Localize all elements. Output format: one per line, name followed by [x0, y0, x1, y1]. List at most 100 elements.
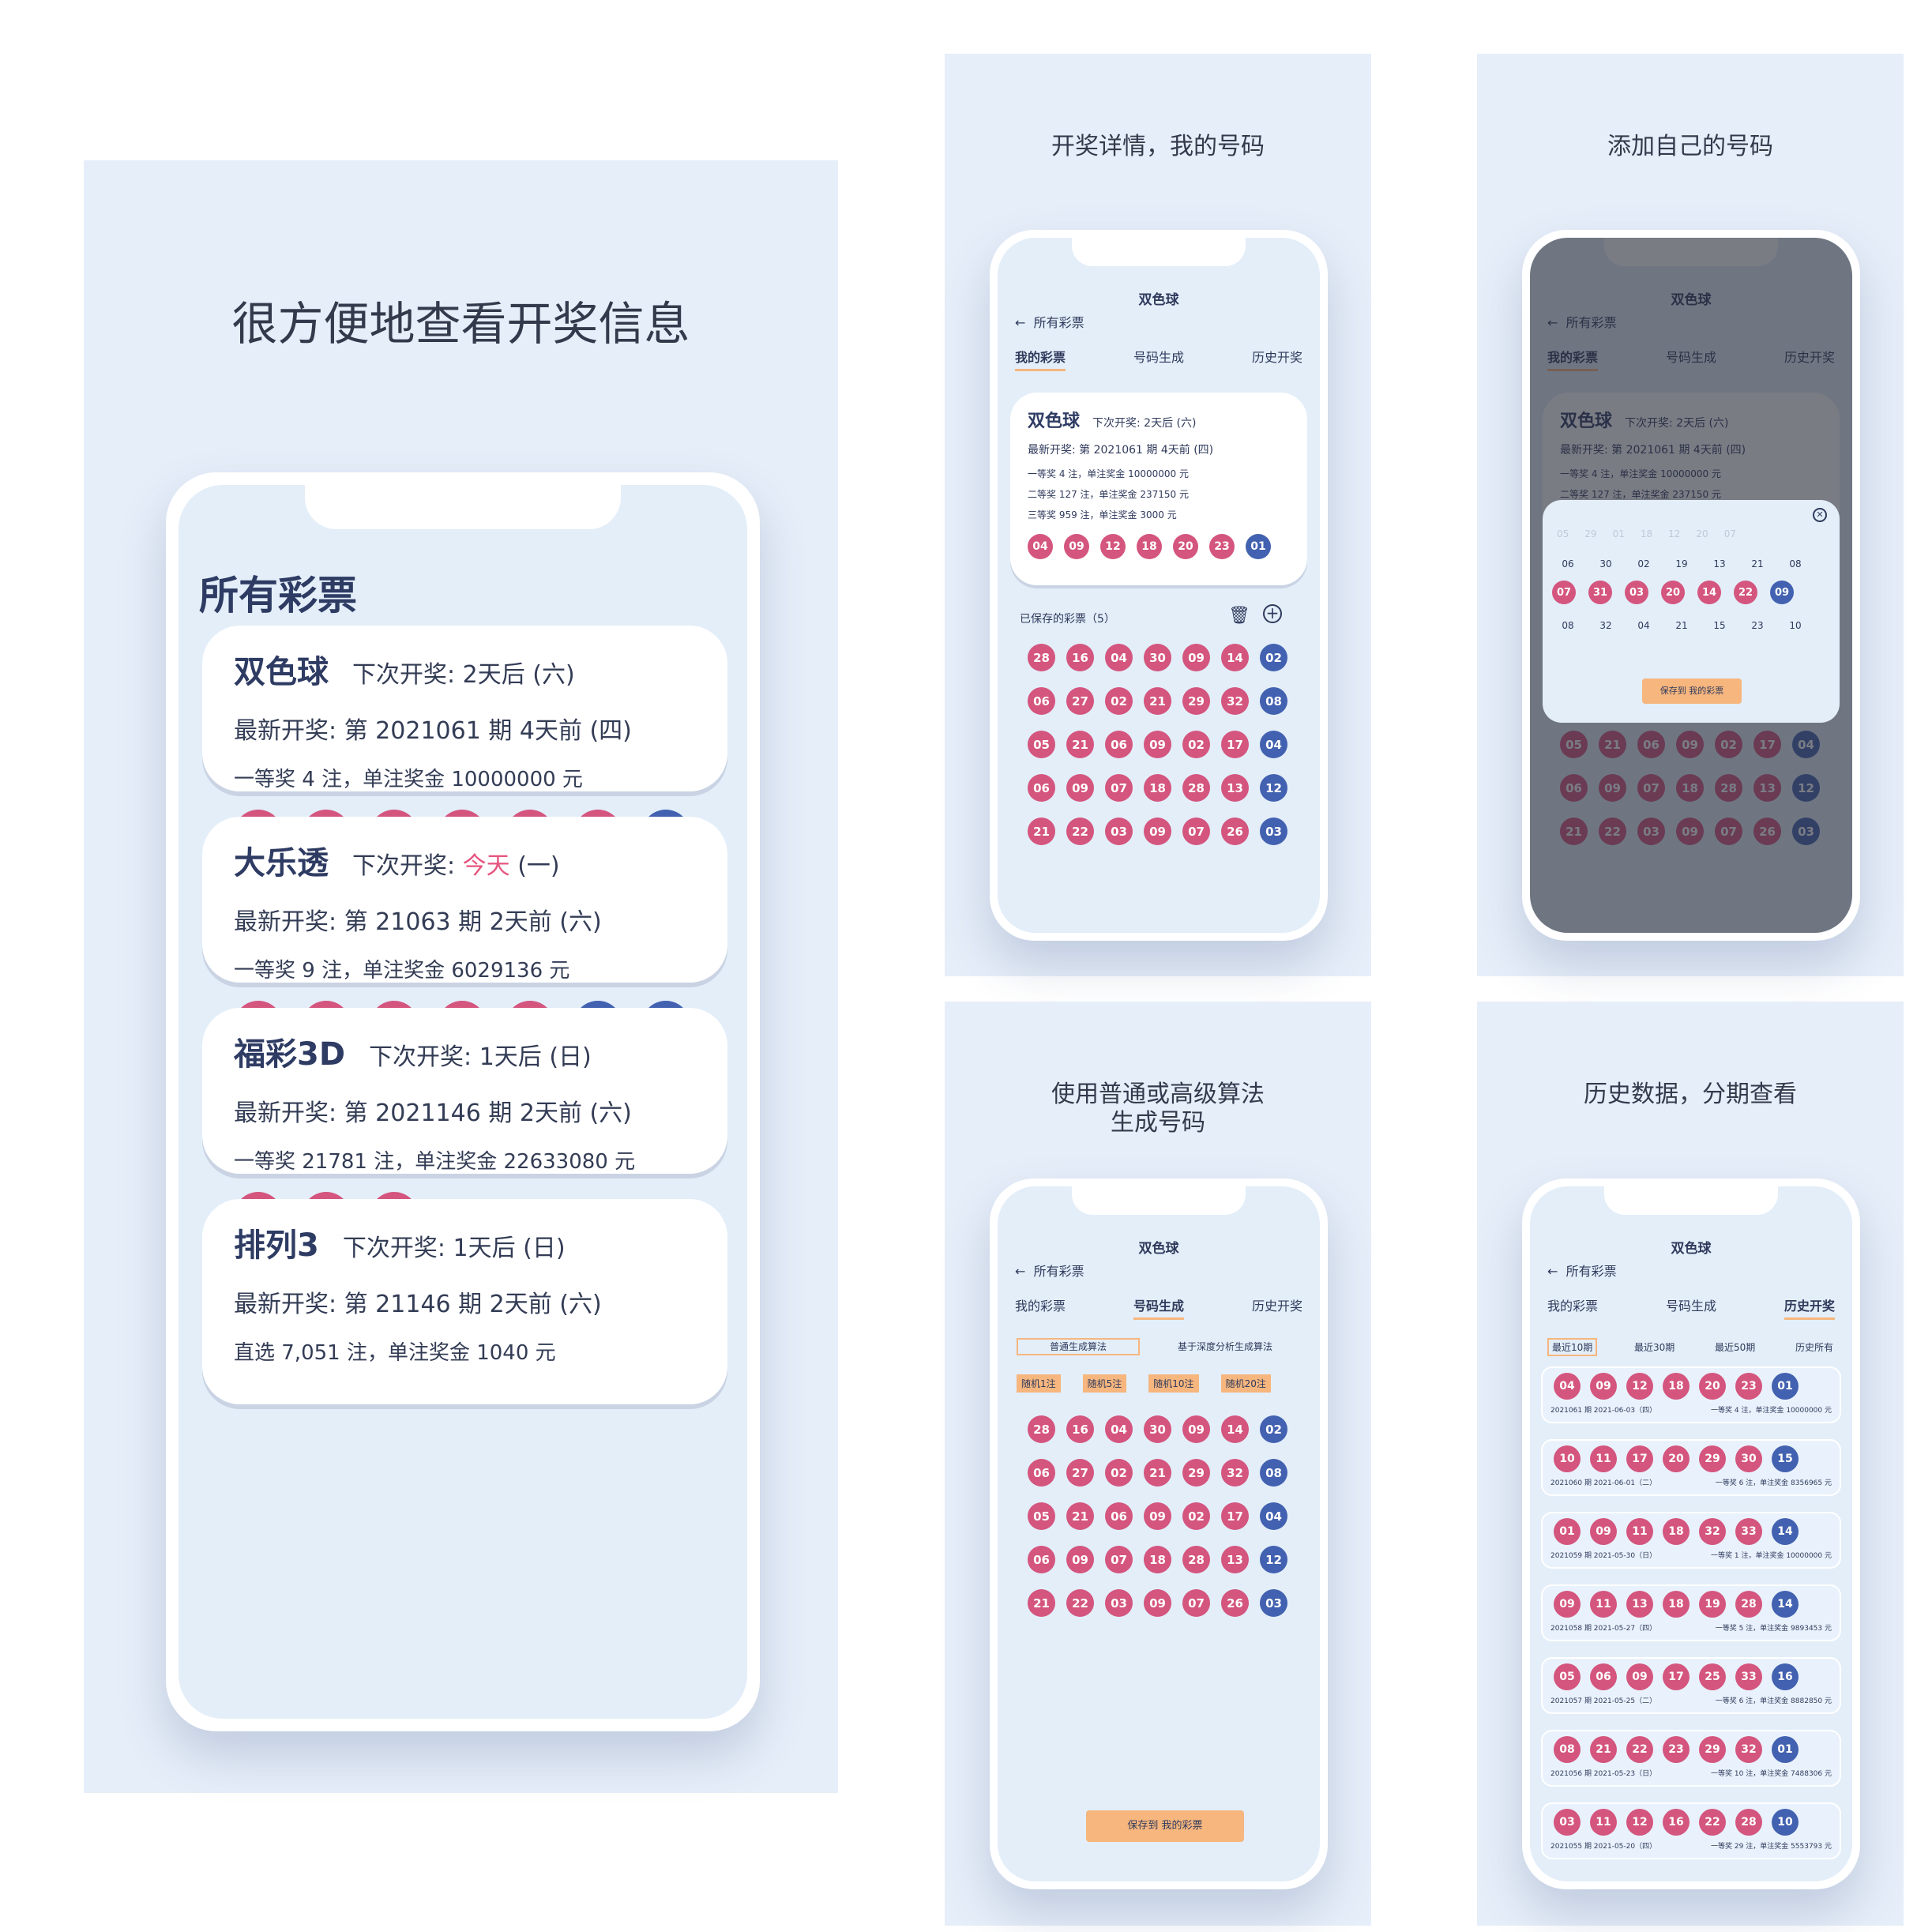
number-ball: 16	[1772, 1663, 1799, 1690]
number-row[interactable]: 06 27 02 21 29 32 08	[1028, 687, 1287, 715]
number-ball[interactable]: 07	[1552, 581, 1576, 604]
tab-my-lottery[interactable]: 我的彩票	[1015, 1295, 1066, 1320]
draw-issue: 2021057 期 2021-05-25（二）	[1550, 1697, 1657, 1705]
save-to-my-lottery-button[interactable]: 保存到 我的彩票	[1642, 678, 1742, 704]
number-ball: 09	[1144, 1589, 1171, 1617]
number-row[interactable]: 28 16 04 30 09 14 02	[1028, 644, 1287, 671]
history-item[interactable]: 05 06 09 17 25 33 16 2021057 期 2021-05-25（二） 一等奖…	[1541, 1657, 1841, 1714]
picker-option[interactable]: 30	[1595, 558, 1617, 569]
picker-option[interactable]: 23	[1746, 620, 1768, 631]
screen-title: 所有彩票	[199, 573, 357, 618]
generated-number-grid: 28 16 04 30 09 14 02 06 27 02 21 29 32 08 05 21 06 09 02 17…	[1028, 1415, 1287, 1633]
number-row[interactable]: 06 09 07 18 28 13 12	[1028, 774, 1287, 802]
phone-screen-details: 双色球 ← 所有彩票 我的彩票 号码生成 历史开奖 双色球 下次开奖: 2天后 …	[998, 238, 1320, 933]
number-ball[interactable]: 03	[1625, 581, 1648, 604]
number-ball: 03	[1260, 818, 1287, 845]
close-icon[interactable]: ✕	[1813, 508, 1827, 522]
draw-detail-card[interactable]: 双色球 下次开奖: 2天后 (六) 最新开奖: 第 2021061 期 4天前 …	[1010, 393, 1307, 585]
picker-option[interactable]: 04	[1633, 620, 1655, 631]
picker-option[interactable]: 08	[1784, 558, 1806, 569]
back-button[interactable]: ← 所有彩票	[1547, 1261, 1617, 1280]
number-ball: 01	[1554, 1518, 1581, 1545]
lottery-card[interactable]: 排列3 下次开奖: 1天后 (日) 最新开奖: 第 21146 期 2天前 (六) 直…	[202, 1199, 727, 1404]
picker-option[interactable]: 19	[1671, 558, 1693, 569]
draw-prize: 一等奖 10 注，单注奖金 7488306 元	[1711, 1770, 1832, 1778]
number-ball: 09	[1064, 534, 1089, 559]
tab-my-lottery[interactable]: 我的彩票	[1547, 1295, 1598, 1320]
number-row[interactable]: 06 09 07 18 28 13 12	[1028, 1546, 1287, 1573]
next-draw-suffix: (一)	[509, 852, 560, 880]
number-ball: 02	[1105, 687, 1133, 715]
lottery-card[interactable]: 双色球 下次开奖: 2天后 (六) 最新开奖: 第 2021061 期 4天前 (四…	[202, 626, 727, 859]
picker-option[interactable]: 13	[1708, 558, 1731, 569]
back-button[interactable]: ← 所有彩票	[1015, 312, 1084, 331]
tab-generate[interactable]: 号码生成	[1133, 1295, 1184, 1320]
number-row[interactable]: 21 22 03 09 07 26 03	[1028, 1589, 1287, 1617]
picker-option[interactable]: 06	[1557, 558, 1579, 569]
number-ball[interactable]: 20	[1661, 581, 1685, 604]
prize-info: 一等奖 4 注，单注奖金 10000000 元	[234, 768, 583, 791]
lottery-card[interactable]: 大乐透 下次开奖: 今天 (一) 最新开奖: 第 21063 期 2天前 (六) 一等…	[202, 817, 727, 1050]
number-ball: 11	[1590, 1591, 1617, 1618]
tab-history[interactable]: 历史开奖	[1252, 347, 1302, 371]
number-ball[interactable]: 22	[1734, 581, 1757, 604]
tab-my-lottery[interactable]: 我的彩票	[1015, 347, 1066, 371]
algo-normal-button[interactable]: 普通生成算法	[1017, 1338, 1140, 1355]
prize-line-2: 二等奖 127 注，单注奖金 237150 元	[1028, 489, 1189, 500]
number-ball: 01	[1246, 534, 1271, 559]
filter-last-10[interactable]: 最近10期	[1547, 1338, 1598, 1356]
trash-icon[interactable]: 🗑	[1228, 606, 1250, 626]
random-5-button[interactable]: 随机5注	[1082, 1374, 1127, 1393]
picker-option[interactable]: 21	[1671, 620, 1693, 631]
number-row[interactable]: 28 16 04 30 09 14 02	[1028, 1415, 1287, 1443]
draw-numbers: 05 06 09 17 25 33 16	[1550, 1663, 1832, 1690]
lottery-card[interactable]: 福彩3D 下次开奖: 1天后 (日) 最新开奖: 第 2021146 期 2天前 (…	[202, 1008, 727, 1241]
tab-generate[interactable]: 号码生成	[1666, 1295, 1716, 1320]
history-item[interactable]: 10 11 17 20 29 30 15 2021060 期 2021-06-01（二） 一等奖…	[1541, 1439, 1841, 1496]
number-ball: 04	[1105, 644, 1133, 671]
picker-option[interactable]: 21	[1746, 558, 1768, 569]
header-title: 双色球	[1138, 1241, 1179, 1257]
history-item[interactable]: 09 11 13 18 19 28 14 2021058 期 2021-05-27（四） 一等奖…	[1541, 1584, 1841, 1641]
header-title: 双色球	[1138, 292, 1179, 308]
number-row[interactable]: 06 27 02 21 29 32 08	[1028, 1459, 1287, 1487]
number-ball: 20	[1699, 1373, 1726, 1400]
number-row[interactable]: 05 21 06 09 02 17 04	[1028, 1502, 1287, 1530]
number-ball[interactable]: 31	[1588, 581, 1612, 604]
save-to-my-lottery-button[interactable]: 保存到 我的彩票	[1086, 1810, 1244, 1842]
prize-line-1: 一等奖 4 注，单注奖金 10000000 元	[1028, 468, 1189, 479]
header-title: 双色球	[1671, 1241, 1712, 1257]
picker-option[interactable]: 02	[1633, 558, 1655, 569]
picker-option[interactable]: 10	[1784, 620, 1806, 631]
tab-generate[interactable]: 号码生成	[1133, 347, 1184, 371]
add-circle-icon[interactable]: +	[1263, 604, 1282, 623]
algo-deep-button[interactable]: 基于深度分析生成算法	[1178, 1340, 1272, 1353]
number-ball: 18	[1663, 1518, 1690, 1545]
history-item[interactable]: 08 21 22 23 29 32 01 2021056 期 2021-05-23（日） 一等奖…	[1541, 1730, 1841, 1787]
number-ball: 07	[1105, 1546, 1133, 1573]
history-item[interactable]: 04 09 12 18 20 23 01 2021061 期 2021-06-03（四） 一等奖…	[1541, 1366, 1841, 1423]
filter-all[interactable]: 历史所有	[1792, 1338, 1836, 1356]
number-row[interactable]: 21 22 03 09 07 26 03	[1028, 818, 1287, 845]
picker-option[interactable]: 32	[1595, 620, 1617, 631]
back-button[interactable]: ← 所有彩票	[1015, 1261, 1084, 1280]
random-20-button[interactable]: 随机20注	[1220, 1374, 1271, 1393]
next-draw-prefix: 下次开奖:	[352, 661, 463, 689]
number-ball: 28	[1735, 1809, 1762, 1836]
history-item[interactable]: 03 11 12 16 22 28 10 2021055 期 2021-05-20（四） 一等奖…	[1541, 1802, 1841, 1859]
random-10-button[interactable]: 随机10注	[1148, 1374, 1199, 1393]
tab-history[interactable]: 历史开奖	[1252, 1295, 1302, 1320]
draw-issue: 2021056 期 2021-05-23（日）	[1550, 1770, 1657, 1778]
history-item[interactable]: 01 09 11 18 32 33 14 2021059 期 2021-05-30（日） 一等奖…	[1541, 1512, 1841, 1569]
number-ball[interactable]: 09	[1770, 581, 1794, 604]
filter-last-50[interactable]: 最近50期	[1712, 1338, 1758, 1356]
picker-option[interactable]: 08	[1557, 620, 1579, 631]
random-1-button[interactable]: 随机1注	[1017, 1374, 1061, 1393]
filter-last-30[interactable]: 最近30期	[1631, 1338, 1678, 1356]
prize-info: 一等奖 21781 注，单注奖金 22633080 元	[234, 1150, 636, 1174]
number-ball[interactable]: 14	[1697, 581, 1721, 604]
number-row[interactable]: 05 21 06 09 02 17 04	[1028, 731, 1287, 758]
tab-history[interactable]: 历史开奖	[1784, 1295, 1835, 1320]
next-draw-prefix: 下次开奖:	[352, 852, 463, 880]
picker-option[interactable]: 15	[1708, 620, 1731, 631]
